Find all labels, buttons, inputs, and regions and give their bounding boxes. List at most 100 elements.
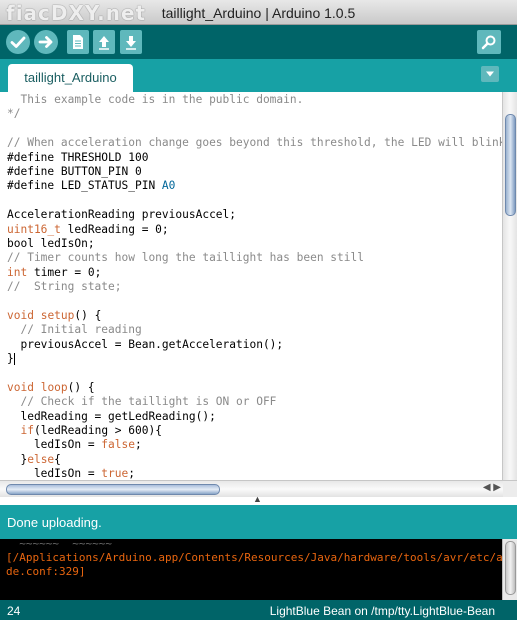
arrow-down-icon: [126, 36, 136, 50]
serial-monitor-button[interactable]: [477, 30, 501, 54]
code-line[interactable]: #define BUTTON_PIN 0: [7, 165, 512, 179]
console-output[interactable]: ~~~~~~ ~~~~~~ [/Applications/Arduino.app…: [0, 539, 517, 600]
console-line: de.conf:329]: [6, 565, 86, 578]
code-token: ledReading = 0;: [60, 222, 169, 236]
code-line[interactable]: uint16_t ledReading = 0;: [7, 223, 512, 237]
code-line[interactable]: previousAccel = Bean.getAcceleration();: [7, 338, 512, 352]
horizontal-scroll-thumb[interactable]: [6, 484, 220, 495]
checkmark-icon: [10, 36, 26, 48]
board-port-label: LightBlue Bean on /tmp/tty.LightBlue-Bea…: [269, 604, 495, 618]
code-line[interactable]: }: [7, 352, 512, 366]
code-line[interactable]: */: [7, 107, 512, 121]
code-line[interactable]: bool ledIsOn;: [7, 237, 512, 251]
open-button[interactable]: [93, 30, 115, 54]
divider-grip-icon[interactable]: ▲: [253, 494, 262, 504]
code-line[interactable]: // When acceleration change goes beyond …: [7, 136, 512, 150]
code-token: #define LED_STATUS_PIN: [7, 179, 162, 193]
code-token: loop: [40, 380, 68, 394]
upload-button[interactable]: [34, 30, 58, 54]
vertical-scroll-thumb[interactable]: [505, 114, 516, 216]
code-line[interactable]: void loop() {: [7, 381, 512, 395]
tab-menu-button[interactable]: [481, 66, 499, 82]
editor-vertical-scrollbar[interactable]: [502, 92, 517, 480]
code-token: (): [74, 308, 95, 322]
new-button[interactable]: [67, 30, 89, 54]
line-number: 24: [7, 604, 21, 618]
code-line[interactable]: if(ledReading > 600){: [7, 424, 512, 438]
footer-bar: 24 LightBlue Bean on /tmp/tty.LightBlue-…: [0, 600, 517, 620]
code-token: #define BUTTON_PIN 0: [7, 164, 142, 178]
code-line[interactable]: // Timer counts how long the taillight h…: [7, 251, 512, 265]
toolbar: [0, 25, 517, 59]
code-line[interactable]: This example code is in the public domai…: [7, 93, 512, 107]
scroll-corner: [503, 480, 517, 497]
code-text[interactable]: This example code is in the public domai…: [7, 93, 512, 480]
console-scroll-thumb[interactable]: [505, 541, 516, 595]
code-line[interactable]: [7, 366, 512, 380]
code-token: timer = 0;: [27, 265, 102, 279]
code-token: ;: [134, 438, 142, 452]
code-token: */: [7, 107, 21, 121]
console-scrollbar[interactable]: [502, 539, 517, 600]
save-button[interactable]: [120, 30, 142, 54]
code-token: ledIsOn =: [7, 467, 102, 480]
code-token: setup: [40, 308, 75, 322]
code-token: previousAccel = Bean.getAcceleration();: [7, 337, 284, 351]
code-token: // Timer counts how long the taillight h…: [7, 251, 364, 265]
code-token: else: [27, 452, 55, 466]
matching-bracket: }: [7, 352, 14, 366]
new-file-icon: [73, 35, 83, 49]
code-token: // Initial reading: [7, 323, 142, 337]
code-line[interactable]: // Initial reading: [7, 323, 512, 337]
code-token: {: [54, 452, 61, 466]
code-token: // When acceleration change goes beyond …: [7, 136, 513, 150]
magnifier-icon: [481, 35, 496, 50]
code-token: bool ledIsOn;: [7, 236, 95, 250]
arrow-up-icon: [99, 36, 109, 50]
code-line[interactable]: [7, 194, 512, 208]
code-token: false: [101, 438, 135, 452]
code-line[interactable]: void setup() {: [7, 309, 512, 323]
window-title: taillight_Arduino | Arduino 1.0.5: [161, 5, 356, 21]
code-editor[interactable]: This example code is in the public domai…: [0, 92, 517, 480]
editor-horizontal-scrollbar[interactable]: ◀ ▶: [0, 480, 503, 497]
console-text: ~~~~~~ ~~~~~~ [/Applications/Arduino.app…: [6, 539, 517, 579]
code-line[interactable]: // Check if the taillight is ON or OFF: [7, 395, 512, 409]
code-token: () {: [67, 380, 95, 394]
console-partial-line: ~~~~~~ ~~~~~~: [6, 539, 112, 550]
code-token: if: [20, 423, 34, 437]
code-token: ledReading = getLedReading();: [7, 409, 216, 423]
code-token: uint16_t: [7, 222, 61, 236]
code-line[interactable]: #define THRESHOLD 100: [7, 151, 512, 165]
verify-button[interactable]: [6, 30, 30, 54]
code-token: true: [101, 467, 129, 480]
code-token: void: [7, 308, 34, 322]
code-line[interactable]: ledIsOn = false;: [7, 438, 512, 452]
code-line[interactable]: ledReading = getLedReading();: [7, 410, 512, 424]
status-bar: Done uploading.: [0, 505, 517, 539]
code-line[interactable]: #define LED_STATUS_PIN A0: [7, 179, 512, 193]
code-line[interactable]: // String state;: [7, 280, 512, 294]
code-line[interactable]: [7, 122, 512, 136]
code-token: void: [7, 380, 34, 394]
matching-bracket: {: [94, 308, 102, 322]
code-token: #define THRESHOLD 100: [7, 150, 149, 164]
code-line[interactable]: AccelerationReading previousAccel;: [7, 208, 512, 222]
tab-taillight-arduino[interactable]: taillight_Arduino: [8, 64, 133, 92]
scroll-arrows[interactable]: ◀ ▶: [483, 482, 501, 493]
code-token: This example code is in the public domai…: [7, 93, 304, 106]
text-caret: [13, 353, 15, 366]
code-token: (ledReading > 600){: [33, 423, 162, 437]
code-line[interactable]: }else{: [7, 453, 512, 467]
code-line[interactable]: [7, 294, 512, 308]
code-line[interactable]: int timer = 0;: [7, 266, 512, 280]
arrow-right-icon: [38, 36, 53, 48]
window-titlebar[interactable]: fiacDXY.net taillight_Arduino | Arduino …: [0, 0, 517, 25]
code-token: // String state;: [7, 280, 122, 294]
tab-strip: taillight_Arduino: [0, 59, 517, 92]
code-token: AccelerationReading previousAccel;: [7, 208, 237, 222]
code-line[interactable]: ledIsOn = true;: [7, 467, 512, 480]
